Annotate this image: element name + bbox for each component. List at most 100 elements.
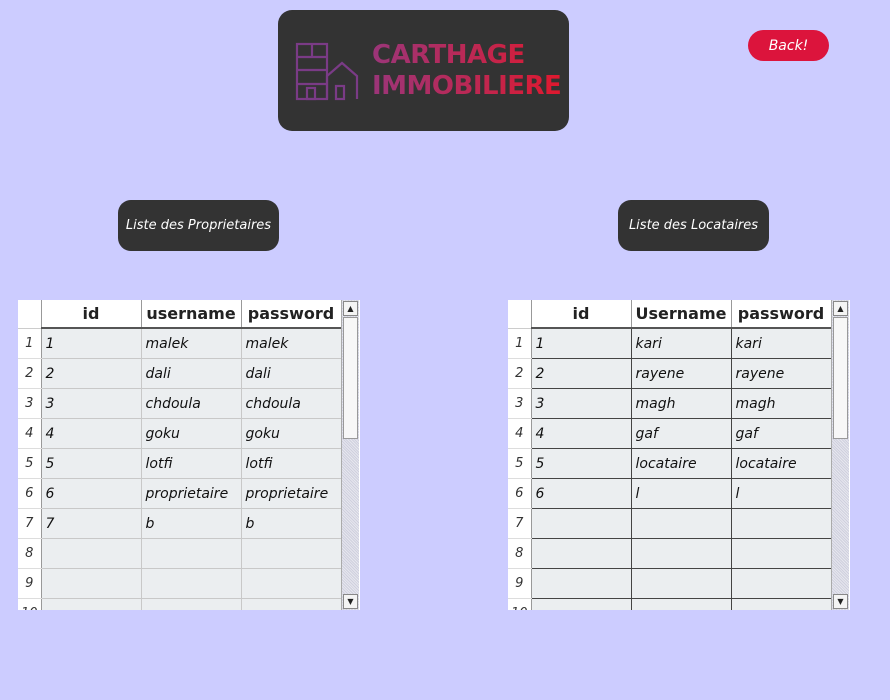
row-number[interactable]: 8 [18,538,42,569]
cell-username[interactable] [631,538,732,569]
cell-password[interactable] [241,598,342,610]
table-row[interactable]: 3 3 magh magh [508,388,832,419]
locataires-grid[interactable]: id Username password 1 1 kari kari 2 2 rayene r… [508,300,832,610]
arrow-down-icon[interactable]: ▼ [833,594,848,609]
cell-id[interactable]: 3 [41,388,142,419]
cell-username[interactable] [141,538,242,569]
cell-id[interactable]: 5 [41,448,142,479]
row-number[interactable]: 2 [18,358,42,389]
table-row[interactable]: 3 3 chdoula chdoula [18,388,342,419]
cell-id[interactable] [41,538,142,569]
row-number[interactable]: 1 [508,328,532,359]
table-row[interactable]: 10 [508,598,832,610]
cell-username[interactable]: b [141,508,242,539]
column-header-password[interactable]: password [731,300,832,329]
arrow-up-icon[interactable]: ▲ [833,301,848,316]
proprietaires-scrollbar[interactable]: ▲ ▼ [341,300,359,610]
cell-password[interactable]: proprietaire [241,478,342,509]
table-row[interactable]: 2 2 dali dali [18,358,342,389]
cell-username[interactable]: lotfi [141,448,242,479]
table-row[interactable]: 4 4 goku goku [18,418,342,449]
cell-password[interactable] [731,568,832,599]
table-row[interactable]: 5 5 lotfi lotfi [18,448,342,479]
table-row[interactable]: 8 [18,538,342,569]
cell-password[interactable]: locataire [731,448,832,479]
back-button[interactable]: Back! [748,30,829,61]
cell-username[interactable] [141,568,242,599]
cell-password[interactable]: kari [731,328,832,359]
cell-username[interactable]: magh [631,388,732,419]
table-row[interactable]: 4 4 gaf gaf [508,418,832,449]
column-header-id[interactable]: id [41,300,142,329]
table-row[interactable]: 10 [18,598,342,610]
cell-password[interactable]: b [241,508,342,539]
row-number[interactable]: 6 [508,478,532,509]
row-number[interactable]: 10 [508,598,532,610]
cell-username[interactable] [141,598,242,610]
cell-username[interactable]: chdoula [141,388,242,419]
cell-password[interactable] [731,508,832,539]
cell-password[interactable]: lotfi [241,448,342,479]
cell-id[interactable]: 1 [531,328,632,359]
cell-id[interactable] [41,598,142,610]
cell-username[interactable]: dali [141,358,242,389]
cell-id[interactable]: 2 [41,358,142,389]
table-row[interactable]: 8 [508,538,832,569]
cell-username[interactable]: gaf [631,418,732,449]
cell-username[interactable]: locataire [631,448,732,479]
column-header-username[interactable]: Username [631,300,732,329]
cell-id[interactable]: 6 [41,478,142,509]
cell-id[interactable]: 6 [531,478,632,509]
cell-id[interactable] [531,598,632,610]
cell-id[interactable]: 4 [531,418,632,449]
cell-password[interactable]: gaf [731,418,832,449]
table-row[interactable]: 2 2 rayene rayene [508,358,832,389]
cell-password[interactable] [241,568,342,599]
row-number[interactable]: 3 [508,388,532,419]
cell-password[interactable]: malek [241,328,342,359]
cell-password[interactable]: chdoula [241,388,342,419]
cell-username[interactable]: malek [141,328,242,359]
column-header-password[interactable]: password [241,300,342,329]
row-number[interactable]: 3 [18,388,42,419]
cell-id[interactable] [531,538,632,569]
arrow-down-icon[interactable]: ▼ [343,594,358,609]
cell-password[interactable]: l [731,478,832,509]
row-number[interactable]: 10 [18,598,42,610]
scroll-thumb[interactable] [343,317,358,439]
cell-username[interactable]: goku [141,418,242,449]
cell-password[interactable] [731,598,832,610]
cell-id[interactable] [531,508,632,539]
table-row[interactable]: 5 5 locataire locataire [508,448,832,479]
table-row[interactable]: 1 1 malek malek [18,328,342,359]
row-number[interactable]: 4 [18,418,42,449]
locataires-scrollbar[interactable]: ▲ ▼ [831,300,849,610]
cell-password[interactable]: rayene [731,358,832,389]
cell-id[interactable]: 5 [531,448,632,479]
row-number[interactable]: 2 [508,358,532,389]
cell-username[interactable]: rayene [631,358,732,389]
cell-id[interactable]: 7 [41,508,142,539]
table-row[interactable]: 9 [18,568,342,599]
column-header-username[interactable]: username [141,300,242,329]
table-row[interactable]: 7 [508,508,832,539]
cell-id[interactable]: 3 [531,388,632,419]
cell-password[interactable] [731,538,832,569]
table-row[interactable]: 9 [508,568,832,599]
cell-password[interactable]: dali [241,358,342,389]
cell-username[interactable]: kari [631,328,732,359]
cell-username[interactable]: l [631,478,732,509]
cell-username[interactable] [631,598,732,610]
cell-id[interactable]: 2 [531,358,632,389]
cell-password[interactable]: goku [241,418,342,449]
row-number[interactable]: 9 [508,568,532,599]
cell-username[interactable] [631,508,732,539]
proprietaires-grid[interactable]: id username password 1 1 malek malek 2 2 dali d… [18,300,342,610]
cell-id[interactable]: 4 [41,418,142,449]
cell-password[interactable] [241,538,342,569]
arrow-up-icon[interactable]: ▲ [343,301,358,316]
column-header-id[interactable]: id [531,300,632,329]
row-number[interactable]: 9 [18,568,42,599]
cell-username[interactable] [631,568,732,599]
row-number[interactable]: 8 [508,538,532,569]
